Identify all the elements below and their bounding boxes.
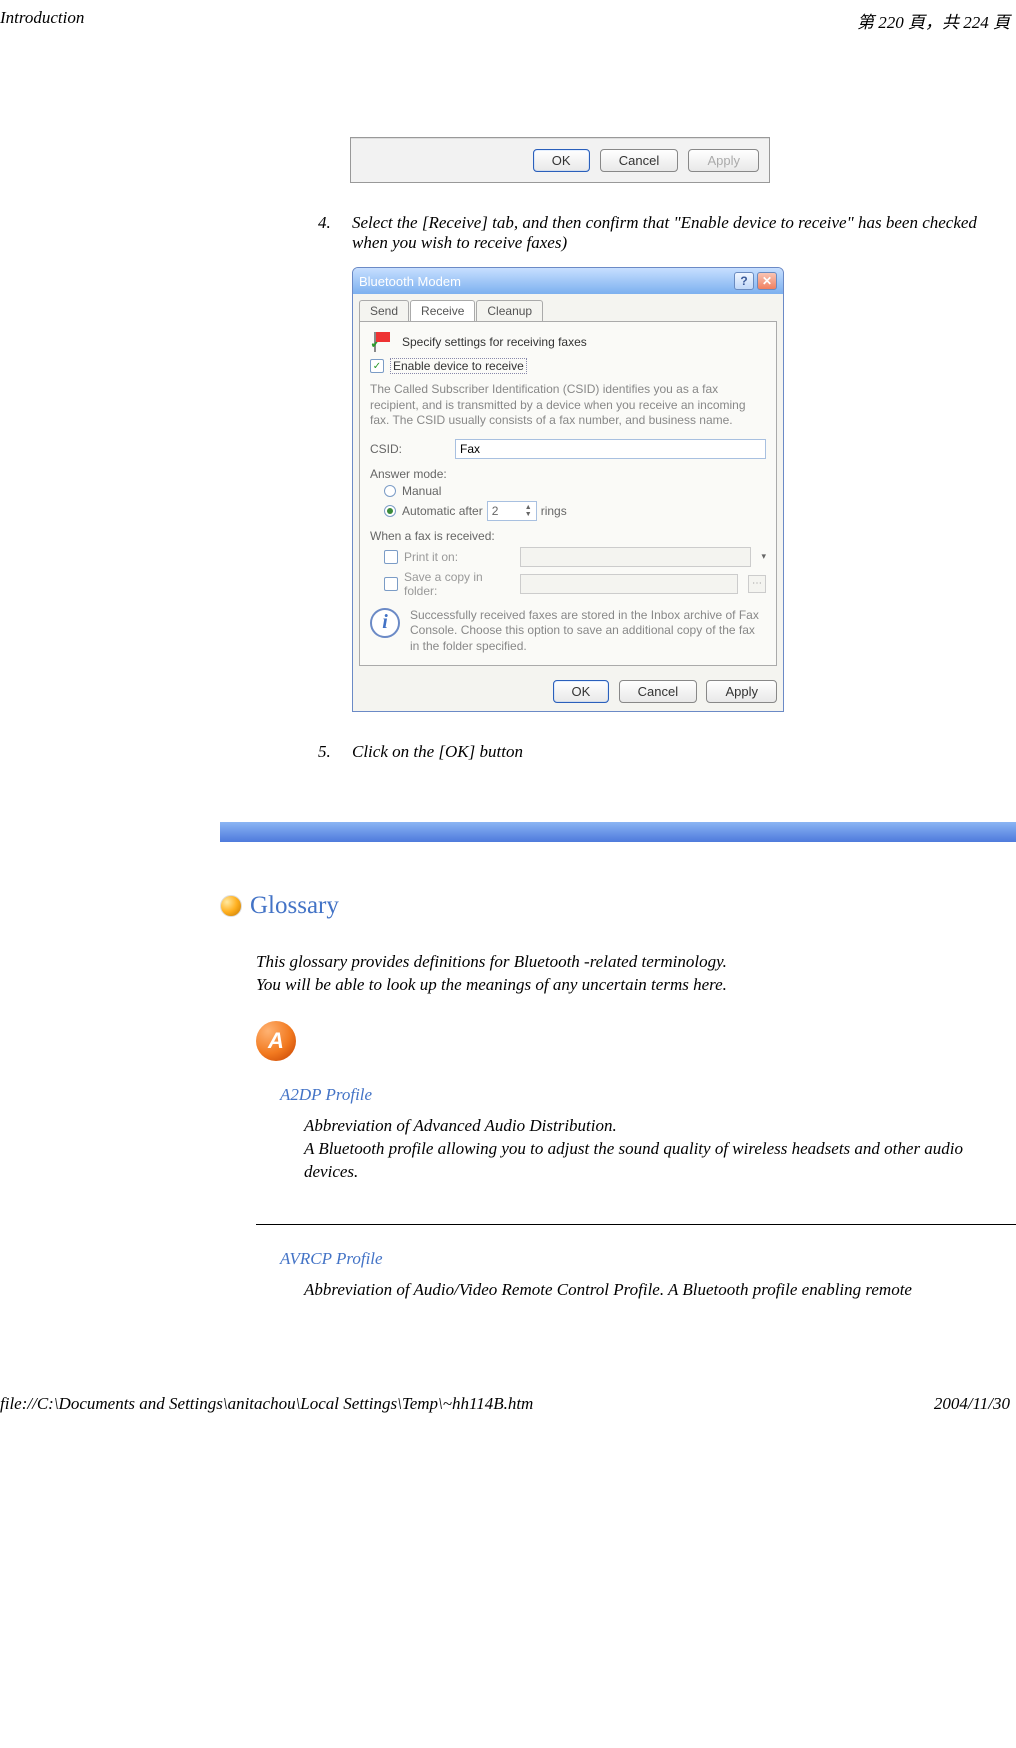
- info-icon: i: [370, 608, 400, 638]
- savecopy-label: Save a copy in folder:: [404, 570, 514, 598]
- term-title: A2DP Profile: [280, 1085, 1016, 1105]
- step-number: 5.: [318, 742, 338, 762]
- savecopy-path: [520, 574, 738, 594]
- savecopy-checkbox[interactable]: [384, 577, 398, 591]
- bluetooth-modem-dialog: Bluetooth Modem ? ✕ Send Receive Cleanup…: [352, 267, 784, 712]
- dropdown-icon: ▾: [761, 551, 766, 562]
- print-label: Print it on:: [404, 550, 514, 564]
- tab-cleanup[interactable]: Cleanup: [476, 300, 543, 321]
- term-a2dp: A2DP Profile Abbreviation of Advanced Au…: [280, 1085, 1016, 1184]
- manual-label: Manual: [402, 484, 441, 498]
- print-select: [520, 547, 751, 567]
- rings-label: rings: [541, 504, 567, 518]
- received-label: When a fax is received:: [370, 529, 766, 543]
- glossary-intro: This glossary provides definitions for B…: [256, 950, 1016, 998]
- automatic-label: Automatic after: [402, 504, 483, 518]
- footer-date: 2004/11/30: [934, 1394, 1010, 1414]
- cancel-button-2[interactable]: Cancel: [619, 680, 697, 703]
- help-button[interactable]: ?: [734, 272, 754, 290]
- tab-receive[interactable]: Receive: [410, 300, 475, 321]
- glossary-heading: Glossary: [220, 892, 1016, 920]
- term-def-line: Abbreviation of Advanced Audio Distribut…: [304, 1115, 1016, 1138]
- close-button[interactable]: ✕: [757, 272, 777, 290]
- dialog-buttonbar: OK Cancel Apply: [350, 137, 770, 183]
- dialog-title: Bluetooth Modem: [359, 274, 461, 289]
- step-number: 4.: [318, 213, 338, 253]
- tabs: Send Receive Cleanup: [353, 294, 783, 321]
- info-text: Successfully received faxes are stored i…: [410, 608, 766, 655]
- automatic-radio[interactable]: [384, 505, 396, 517]
- page-info: 第 220 頁，共 224 頁: [857, 8, 1016, 33]
- flag-icon: ✓: [370, 332, 394, 352]
- tab-send[interactable]: Send: [359, 300, 409, 321]
- flag-label: Specify settings for receiving faxes: [402, 335, 587, 349]
- rings-value: 2: [492, 504, 499, 518]
- answer-mode-label: Answer mode:: [370, 467, 766, 481]
- csid-description: The Called Subscriber Identification (CS…: [370, 382, 766, 429]
- step-text: Select the [Receive] tab, and then confi…: [352, 213, 1016, 253]
- csid-input[interactable]: [455, 439, 766, 459]
- glossary-title: Glossary: [250, 892, 339, 920]
- spinner-buttons[interactable]: ▲▼: [525, 504, 532, 518]
- doc-title: Introduction: [0, 8, 84, 33]
- browse-button: ⋯: [748, 575, 766, 593]
- bullet-icon: [220, 895, 242, 917]
- letter-badge: A: [256, 1021, 296, 1061]
- enable-receive-label: Enable device to receive: [390, 358, 527, 374]
- term-avrcp: AVRCP Profile Abbreviation of Audio/Vide…: [280, 1249, 1016, 1302]
- rings-spinner[interactable]: 2 ▲▼: [487, 501, 537, 521]
- apply-button-2[interactable]: Apply: [706, 680, 777, 703]
- apply-button: Apply: [688, 149, 759, 172]
- hr-divider: [256, 1224, 1016, 1225]
- ok-button-2[interactable]: OK: [553, 680, 610, 703]
- tab-pane: ✓ Specify settings for receiving faxes E…: [359, 321, 777, 666]
- footer-path: file://C:\Documents and Settings\anitach…: [0, 1394, 533, 1414]
- step-4: 4. Select the [Receive] tab, and then co…: [318, 213, 1016, 253]
- enable-receive-checkbox[interactable]: [370, 359, 384, 373]
- step-text: Click on the [OK] button: [352, 742, 523, 762]
- cancel-button[interactable]: Cancel: [600, 149, 678, 172]
- glossary-intro-line: You will be able to look up the meanings…: [256, 973, 1016, 997]
- step-5: 5. Click on the [OK] button: [318, 742, 1016, 762]
- manual-radio[interactable]: [384, 485, 396, 497]
- section-divider: [220, 822, 1016, 842]
- term-def-line: A Bluetooth profile allowing you to adju…: [304, 1138, 1016, 1184]
- ok-button[interactable]: OK: [533, 149, 590, 172]
- titlebar: Bluetooth Modem ? ✕: [353, 268, 783, 294]
- csid-label: CSID:: [370, 442, 455, 456]
- glossary-intro-line: This glossary provides definitions for B…: [256, 950, 1016, 974]
- print-checkbox[interactable]: [384, 550, 398, 564]
- term-title: AVRCP Profile: [280, 1249, 1016, 1269]
- term-def-line: Abbreviation of Audio/Video Remote Contr…: [304, 1279, 1016, 1302]
